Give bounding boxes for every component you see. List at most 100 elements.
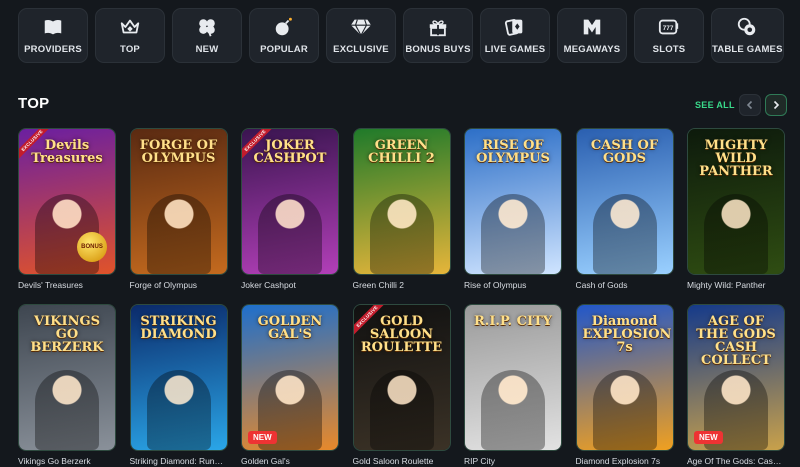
game-card[interactable]: CASH OF GODS Cash of Gods: [575, 128, 674, 290]
game-logo: CASH OF GODS: [590, 138, 659, 166]
category-label: TOP: [120, 44, 140, 55]
see-all-link[interactable]: SEE ALL: [695, 100, 735, 110]
game-card[interactable]: FORGE OF OLYMPUS Forge of Olympus: [129, 128, 228, 290]
crown-icon: [120, 19, 140, 34]
game-thumbnail[interactable]: Devils Treasures EXCLUSIVE BONUS: [18, 128, 116, 275]
cards-icon: [504, 19, 523, 36]
gift-icon: [429, 20, 447, 37]
chevron-right-icon: [773, 100, 780, 110]
new-badge: NEW: [694, 431, 723, 444]
new-badge: NEW: [248, 431, 277, 444]
megaways-icon: [583, 19, 601, 35]
game-logo: RISE OF OLYMPUS: [476, 138, 550, 166]
game-thumbnail[interactable]: R.I.P. CITY: [464, 304, 562, 451]
game-thumbnail[interactable]: VIKINGS GO BERZERK: [18, 304, 116, 451]
game-card[interactable]: GOLDEN GAL'S NEW Golden Gal's: [241, 304, 339, 466]
carousel-next-button[interactable]: [765, 94, 787, 116]
slot-machine-icon: 777: [658, 19, 679, 35]
game-card[interactable]: Diamond EXPLOSION 7s Diamond Explosion 7s: [575, 304, 674, 466]
game-character-art: [704, 194, 768, 274]
game-thumbnail[interactable]: GOLDEN GAL'S NEW: [241, 304, 339, 451]
category-label: MEGAWAYS: [563, 44, 621, 55]
game-thumbnail[interactable]: STRIKING DIAMOND: [129, 304, 228, 451]
game-character-art: [369, 370, 434, 450]
svg-text:777: 777: [663, 25, 674, 32]
game-logo: Devils Treasures: [31, 138, 103, 166]
category-table-games[interactable]: TABLE GAMES: [711, 8, 784, 63]
game-logo: GOLDEN GAL'S: [257, 314, 323, 342]
category-slots[interactable]: 777 SLOTS: [634, 8, 704, 63]
game-logo: VIKINGS GO BERZERK: [30, 314, 104, 355]
game-card[interactable]: GOLD SALOON ROULETTE EXCLUSIVE Gold Saloon…: [352, 304, 451, 466]
game-logo: MIGHTY WILD PANTHER: [699, 138, 773, 179]
game-logo: STRIKING DIAMOND: [140, 314, 217, 342]
game-card[interactable]: RISE OF OLYMPUS Rise of Olympus: [464, 128, 562, 290]
game-thumbnail[interactable]: CASH OF GODS: [575, 128, 674, 275]
category-live-games[interactable]: LIVE GAMES: [480, 8, 550, 63]
game-thumbnail[interactable]: GREEN CHILLI 2: [352, 128, 451, 275]
game-title[interactable]: Cash of Gods: [576, 280, 674, 290]
game-card[interactable]: VIKINGS GO BERZERK Vikings Go Berzerk: [18, 304, 116, 466]
game-card[interactable]: STRIKING DIAMOND Striking Diamond: Runnin…: [129, 304, 228, 466]
game-card[interactable]: JOKER CASHPOT EXCLUSIVE Joker Cashpot: [241, 128, 339, 290]
game-character-art: [369, 194, 434, 274]
game-title[interactable]: Forge of Olympus: [130, 280, 228, 290]
game-logo: FORGE OF OLYMPUS: [139, 138, 218, 166]
game-logo: AGE OF THE GODS CASH COLLECT: [696, 314, 776, 368]
game-character-art: [481, 194, 545, 274]
game-logo: GREEN CHILLI 2: [368, 138, 435, 166]
game-card[interactable]: MIGHTY WILD PANTHER Mighty Wild: Panther: [687, 128, 785, 290]
category-bar: PROVIDERS TOP NEW POPULAR EXCLUSIVE BONU…: [18, 8, 800, 65]
game-title[interactable]: Mighty Wild: Panther: [687, 280, 785, 290]
category-label: SLOTS: [652, 44, 686, 55]
game-title[interactable]: RIP City: [464, 456, 562, 466]
game-character-art: [592, 370, 657, 450]
category-label: BONUS BUYS: [405, 44, 471, 55]
chevron-left-icon: [746, 100, 753, 110]
game-card[interactable]: GREEN CHILLI 2 Green Chilli 2: [352, 128, 451, 290]
game-character-art: [146, 370, 211, 450]
game-title[interactable]: Rise of Olympus: [464, 280, 562, 290]
game-card[interactable]: Devils Treasures EXCLUSIVE BONUS Devils' Tr…: [18, 128, 116, 290]
game-character-art: [35, 370, 99, 450]
category-top[interactable]: TOP: [95, 8, 165, 63]
category-label: POPULAR: [260, 44, 308, 55]
category-bonus-buys[interactable]: BONUS BUYS: [403, 8, 473, 63]
game-thumbnail[interactable]: RISE OF OLYMPUS: [464, 128, 562, 275]
game-title[interactable]: Golden Gal's: [241, 456, 339, 466]
chips-icon: [738, 17, 756, 36]
game-logo: Diamond EXPLOSION 7s: [582, 314, 672, 355]
category-label: EXCLUSIVE: [333, 44, 389, 55]
game-title[interactable]: Vikings Go Berzerk: [18, 456, 116, 466]
game-title[interactable]: Age Of The Gods: Cash Collect: [687, 456, 785, 466]
category-megaways[interactable]: MEGAWAYS: [557, 8, 627, 63]
category-new[interactable]: NEW: [172, 8, 242, 63]
category-exclusive[interactable]: EXCLUSIVE: [326, 8, 396, 63]
game-title[interactable]: Joker Cashpot: [241, 280, 339, 290]
game-logo: GOLD SALOON ROULETTE: [360, 314, 443, 355]
game-card[interactable]: AGE OF THE GODS CASH COLLECT NEW Age Of Th…: [687, 304, 785, 466]
game-title[interactable]: Gold Saloon Roulette: [353, 456, 451, 466]
game-character-art: [481, 370, 545, 450]
game-title[interactable]: Diamond Explosion 7s: [576, 456, 674, 466]
game-title[interactable]: Green Chilli 2: [353, 280, 451, 290]
game-logo: R.I.P. CITY: [474, 314, 552, 329]
game-thumbnail[interactable]: Diamond EXPLOSION 7s: [575, 304, 674, 451]
category-providers[interactable]: PROVIDERS: [18, 8, 88, 63]
category-label: TABLE GAMES: [712, 44, 783, 55]
game-title[interactable]: Striking Diamond: Running Wins: [130, 456, 228, 466]
game-thumbnail[interactable]: JOKER CASHPOT EXCLUSIVE: [241, 128, 339, 275]
category-label: PROVIDERS: [24, 44, 82, 55]
game-thumbnail[interactable]: MIGHTY WILD PANTHER: [687, 128, 785, 275]
section-title: TOP: [18, 95, 50, 112]
game-title[interactable]: Devils' Treasures: [18, 280, 116, 290]
game-thumbnail[interactable]: FORGE OF OLYMPUS: [129, 128, 228, 275]
book-icon: [44, 19, 62, 35]
carousel-prev-button[interactable]: [739, 94, 761, 116]
game-card[interactable]: R.I.P. CITY RIP City: [464, 304, 562, 466]
category-popular[interactable]: POPULAR: [249, 8, 319, 63]
category-label: NEW: [195, 44, 219, 55]
game-character-art: [592, 194, 657, 274]
game-thumbnail[interactable]: GOLD SALOON ROULETTE EXCLUSIVE: [352, 304, 451, 451]
game-thumbnail[interactable]: AGE OF THE GODS CASH COLLECT NEW: [687, 304, 785, 451]
